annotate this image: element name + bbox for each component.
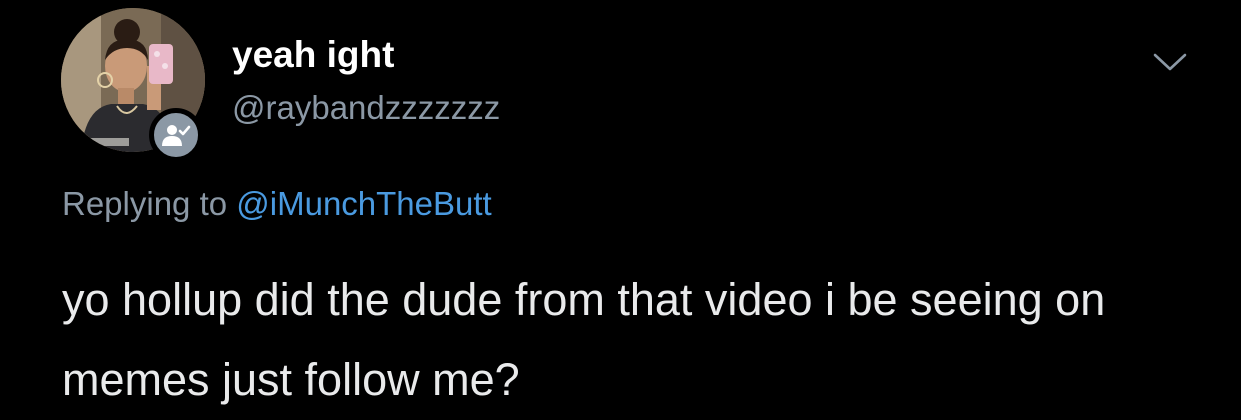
replying-to: Replying to @iMunchTheButt bbox=[62, 184, 492, 224]
author-handle[interactable]: @raybandzzzzzzz bbox=[232, 90, 500, 126]
tweet: yeah ight @raybandzzzzzzz Replying to @i… bbox=[0, 0, 1241, 413]
replying-to-label: Replying to bbox=[62, 185, 237, 222]
reply-to-handle-link[interactable]: @iMunchTheButt bbox=[236, 185, 491, 222]
tweet-menu-button[interactable] bbox=[1152, 46, 1188, 76]
tweet-text: yo hollup did the dude from that video i… bbox=[62, 274, 1106, 405]
author-avatar-group[interactable] bbox=[61, 8, 205, 162]
chevron-down-icon bbox=[1153, 53, 1187, 71]
follows-you-person-check-icon bbox=[162, 125, 191, 146]
follows-you-badge bbox=[149, 108, 203, 162]
author-display-name[interactable]: yeah ight bbox=[232, 35, 394, 75]
